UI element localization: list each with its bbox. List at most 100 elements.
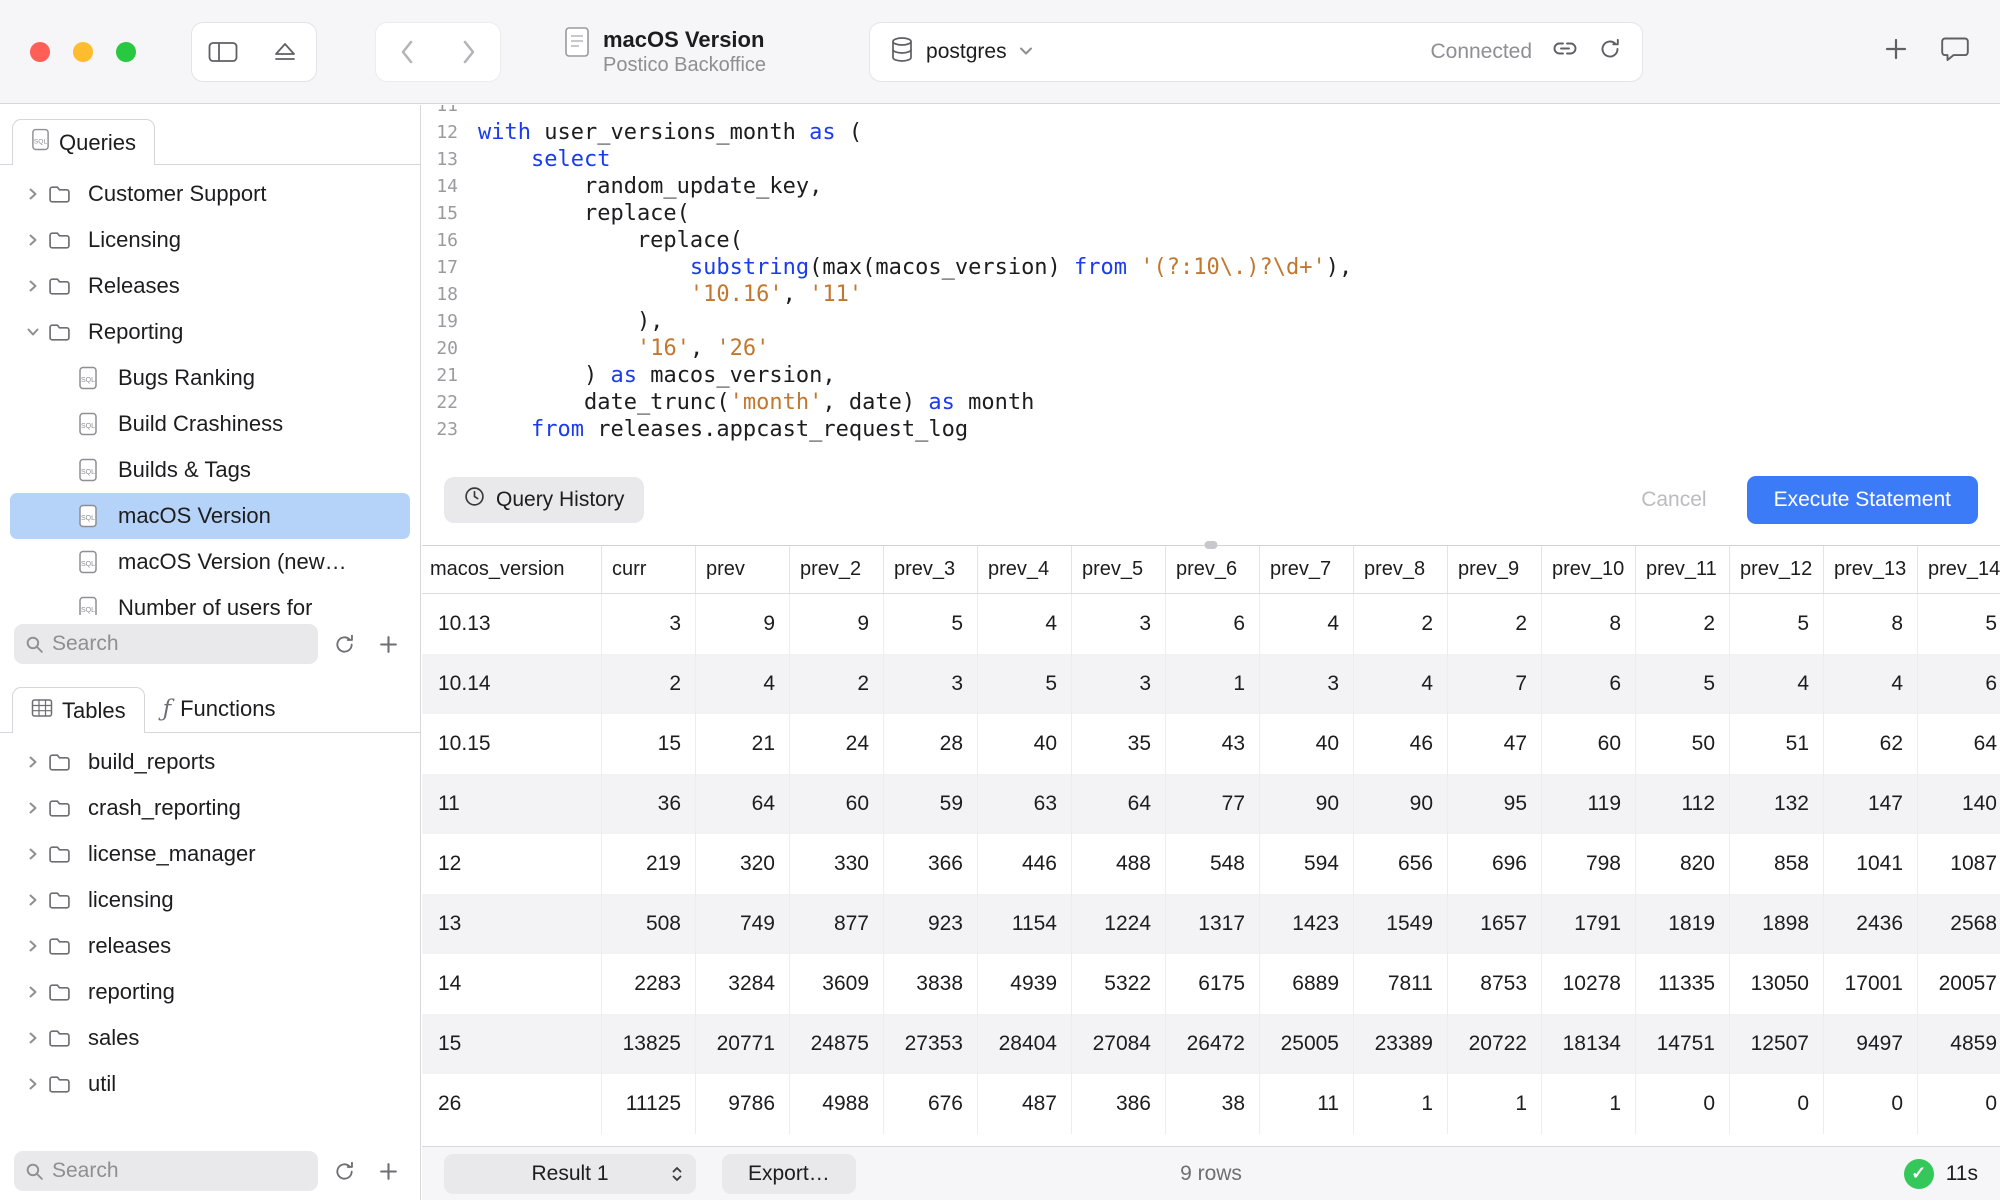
- cell-value[interactable]: 43: [1166, 714, 1260, 774]
- cell-value[interactable]: 3838: [884, 954, 978, 1014]
- cell-value[interactable]: 1224: [1072, 894, 1166, 954]
- cell-value[interactable]: 3609: [790, 954, 884, 1014]
- cell-value[interactable]: 4: [696, 654, 790, 714]
- sidebar-folder-licensing[interactable]: licensing: [0, 877, 420, 923]
- cell-value[interactable]: 594: [1260, 834, 1354, 894]
- cell-value[interactable]: 50: [1636, 714, 1730, 774]
- cell-value[interactable]: 60: [790, 774, 884, 834]
- cell-value[interactable]: 9786: [696, 1074, 790, 1134]
- cell-value[interactable]: 63: [978, 774, 1072, 834]
- cell-value[interactable]: 119: [1542, 774, 1636, 834]
- cell-value[interactable]: 5: [1636, 654, 1730, 714]
- cell-value[interactable]: 1154: [978, 894, 1072, 954]
- cell-value[interactable]: 6175: [1166, 954, 1260, 1014]
- cell-value[interactable]: 0: [1918, 1074, 2000, 1134]
- cell-value[interactable]: 60: [1542, 714, 1636, 774]
- cell-value[interactable]: 28: [884, 714, 978, 774]
- cell-value[interactable]: 15: [602, 714, 696, 774]
- cell-value[interactable]: 656: [1354, 834, 1448, 894]
- cell-macos-version[interactable]: 14: [422, 954, 602, 1014]
- cell-macos-version[interactable]: 10.15: [422, 714, 602, 774]
- query-history-button[interactable]: Query History: [444, 477, 644, 523]
- cell-value[interactable]: 5: [1918, 594, 2000, 654]
- cell-value[interactable]: 858: [1730, 834, 1824, 894]
- sidebar-folder-util[interactable]: util: [0, 1061, 420, 1107]
- cell-value[interactable]: 320: [696, 834, 790, 894]
- cell-value[interactable]: 1898: [1730, 894, 1824, 954]
- cell-value[interactable]: 12507: [1730, 1014, 1824, 1074]
- column-header-macos-version[interactable]: macos_version: [422, 546, 602, 593]
- cell-value[interactable]: 1819: [1636, 894, 1730, 954]
- cell-value[interactable]: 64: [696, 774, 790, 834]
- table-row[interactable]: 10.14242353134765446: [422, 654, 2000, 714]
- queries-tab[interactable]: SQL Queries: [12, 119, 155, 165]
- add-table-button[interactable]: [370, 1153, 406, 1189]
- close-button[interactable]: [30, 42, 50, 62]
- cell-macos-version[interactable]: 10.13: [422, 594, 602, 654]
- table-row[interactable]: 1422833284360938384939532261756889781187…: [422, 954, 2000, 1014]
- eject-button[interactable]: [254, 23, 316, 81]
- zoom-button[interactable]: [116, 42, 136, 62]
- table-row[interactable]: 10.13399543642282585: [422, 594, 2000, 654]
- cell-value[interactable]: 1317: [1166, 894, 1260, 954]
- cell-value[interactable]: 21: [696, 714, 790, 774]
- cell-value[interactable]: 4: [1354, 654, 1448, 714]
- cell-value[interactable]: 47: [1448, 714, 1542, 774]
- cell-value[interactable]: 40: [1260, 714, 1354, 774]
- chevron-right-icon[interactable]: [18, 893, 48, 907]
- cell-value[interactable]: 3: [1072, 594, 1166, 654]
- cell-value[interactable]: 4939: [978, 954, 1072, 1014]
- cell-value[interactable]: 446: [978, 834, 1072, 894]
- sidebar-folder-license-manager[interactable]: license_manager: [0, 831, 420, 877]
- cell-macos-version[interactable]: 10.14: [422, 654, 602, 714]
- chevron-right-icon[interactable]: [18, 985, 48, 999]
- cell-value[interactable]: 820: [1636, 834, 1730, 894]
- column-header-prev-5[interactable]: prev_5: [1072, 546, 1166, 593]
- cell-value[interactable]: 18134: [1542, 1014, 1636, 1074]
- back-button[interactable]: [376, 23, 438, 81]
- cell-value[interactable]: 11335: [1636, 954, 1730, 1014]
- column-header-prev-14[interactable]: prev_14: [1918, 546, 2000, 593]
- cell-value[interactable]: 11125: [602, 1074, 696, 1134]
- cell-value[interactable]: 7811: [1354, 954, 1448, 1014]
- chevron-right-icon[interactable]: [18, 847, 48, 861]
- cell-value[interactable]: 20057: [1918, 954, 2000, 1014]
- tables-tab[interactable]: Tables: [12, 687, 145, 733]
- link-icon[interactable]: [1550, 37, 1580, 66]
- cell-value[interactable]: 1: [1166, 654, 1260, 714]
- query-search-input[interactable]: [14, 624, 318, 664]
- cell-value[interactable]: 5: [1730, 594, 1824, 654]
- chevron-right-icon[interactable]: [18, 1031, 48, 1045]
- cell-value[interactable]: 4: [1260, 594, 1354, 654]
- cell-value[interactable]: 2: [790, 654, 884, 714]
- cell-value[interactable]: 6889: [1260, 954, 1354, 1014]
- cell-value[interactable]: 35: [1072, 714, 1166, 774]
- cell-value[interactable]: 51: [1730, 714, 1824, 774]
- cell-value[interactable]: 2: [1448, 594, 1542, 654]
- cell-value[interactable]: 4988: [790, 1074, 884, 1134]
- cell-value[interactable]: 10278: [1542, 954, 1636, 1014]
- refresh-queries-button[interactable]: [326, 626, 362, 662]
- column-header-prev-13[interactable]: prev_13: [1824, 546, 1918, 593]
- sql-editor[interactable]: 1112with user_versions_month as (13 sele…: [422, 105, 2000, 454]
- cell-value[interactable]: 112: [1636, 774, 1730, 834]
- cell-value[interactable]: 1791: [1542, 894, 1636, 954]
- result-selector[interactable]: Result 1: [444, 1154, 696, 1194]
- cell-value[interactable]: 46: [1354, 714, 1448, 774]
- database-selector[interactable]: postgres: [890, 36, 1033, 68]
- cell-value[interactable]: 36: [602, 774, 696, 834]
- cell-value[interactable]: 140: [1918, 774, 2000, 834]
- chevron-right-icon[interactable]: [18, 187, 48, 201]
- cell-value[interactable]: 28404: [978, 1014, 1072, 1074]
- cell-value[interactable]: 25005: [1260, 1014, 1354, 1074]
- cell-value[interactable]: 6: [1918, 654, 2000, 714]
- cell-value[interactable]: 17001: [1824, 954, 1918, 1014]
- sidebar-folder-releases[interactable]: Releases: [0, 263, 420, 309]
- cell-value[interactable]: 38: [1166, 1074, 1260, 1134]
- sidebar-query-build-crashiness[interactable]: SQLBuild Crashiness: [0, 401, 420, 447]
- cell-value[interactable]: 3: [1260, 654, 1354, 714]
- chevron-right-icon[interactable]: [18, 1077, 48, 1091]
- cell-value[interactable]: 798: [1542, 834, 1636, 894]
- cell-value[interactable]: 11: [1260, 1074, 1354, 1134]
- cell-value[interactable]: 0: [1730, 1074, 1824, 1134]
